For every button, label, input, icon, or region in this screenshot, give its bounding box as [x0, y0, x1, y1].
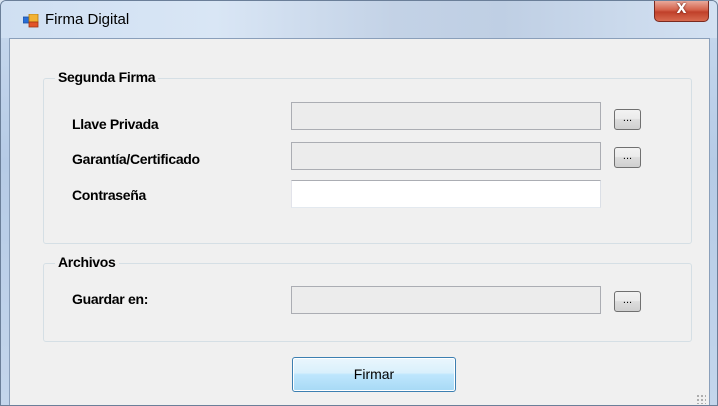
garantia-certificado-input[interactable] — [291, 142, 601, 170]
title-bar[interactable]: Firma Digital X — [1, 1, 717, 38]
segunda-firma-legend: Segunda Firma — [55, 69, 159, 85]
close-icon: X — [676, 2, 687, 17]
resize-grip[interactable] — [696, 394, 706, 404]
dialog-client-area: Segunda Firma Llave Privada ... Garantía… — [9, 38, 710, 405]
llave-privada-browse-button[interactable]: ... — [614, 109, 641, 130]
guardar-en-label: Guardar en: — [72, 291, 149, 307]
dialog-window: Firma Digital X Segunda Firma Llave Priv… — [0, 0, 718, 406]
llave-privada-input[interactable] — [291, 102, 601, 130]
contrasena-label: Contraseña — [72, 187, 147, 203]
garantia-certificado-browse-button[interactable]: ... — [614, 147, 641, 168]
llave-privada-label: Llave Privada — [72, 116, 159, 132]
app-icon — [22, 13, 39, 28]
archivos-legend: Archivos — [55, 254, 119, 270]
firmar-button[interactable]: Firmar — [292, 357, 456, 392]
contrasena-input[interactable] — [291, 180, 601, 208]
guardar-en-input[interactable] — [291, 286, 601, 314]
window-title: Firma Digital — [45, 11, 130, 28]
guardar-en-browse-button[interactable]: ... — [614, 291, 641, 312]
close-button[interactable]: X — [654, 1, 709, 22]
garantia-certificado-label: Garantía/Certificado — [72, 151, 200, 167]
